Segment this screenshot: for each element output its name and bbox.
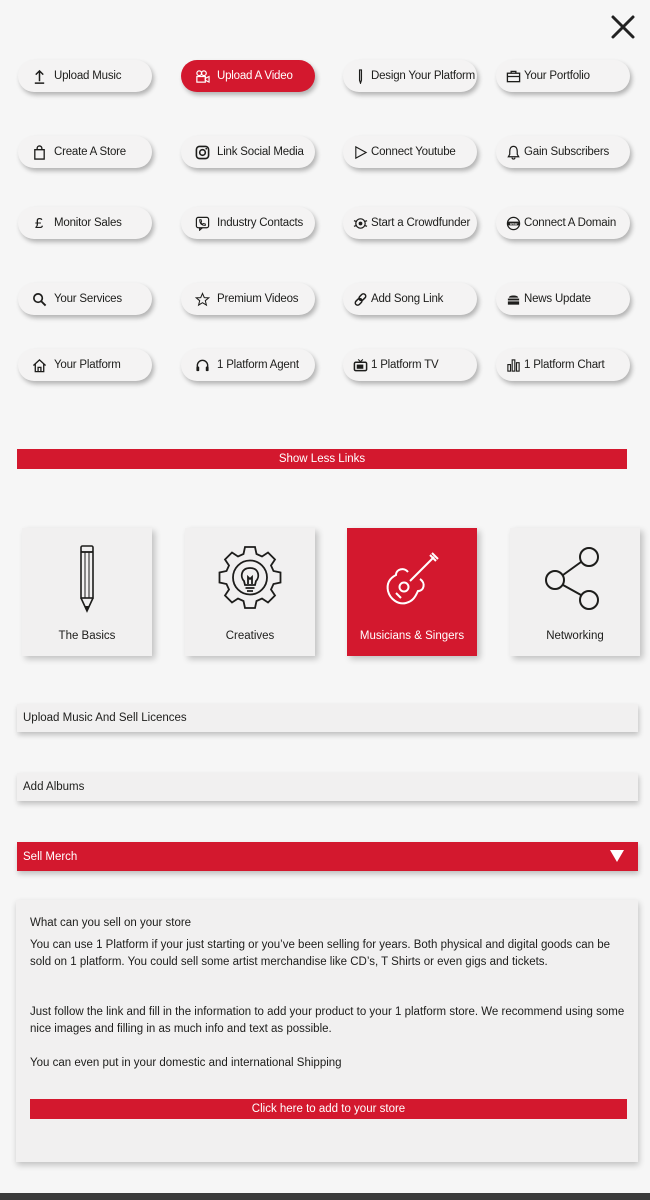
accordion-label: Upload Music And Sell Licences [23,712,187,724]
accordion-add-albums[interactable]: Add Albums [17,773,638,801]
accordion-sell-merch[interactable]: Sell Merch [17,842,638,871]
link-label: News Update [524,293,591,305]
category-musicians-singers[interactable]: Musicians & Singers [347,528,477,656]
link-news-update[interactable]: News Update [496,283,630,315]
show-less-links-button[interactable]: Show Less Links [17,449,627,469]
sell-merch-panel: What can you sell on your store You can … [16,900,638,1162]
category-creatives[interactable]: Creatives [185,528,315,656]
link-label: 1 Platform Chart [524,359,605,371]
bell-icon [505,144,521,160]
link-label: Connect Youtube [371,146,456,158]
share-icon [543,542,607,616]
accordion-label: Sell Merch [23,850,78,863]
home-icon [31,357,47,373]
close-x-icon [611,15,635,39]
link-label: Upload Music [54,70,122,82]
briefcase-icon [505,68,521,84]
link-social-media[interactable]: Link Social Media [181,136,315,168]
panel-heading: What can you sell on your store [30,917,192,929]
category-label: Musicians & Singers [359,630,465,642]
link-label: Upload A Video [217,70,293,82]
pencil-icon [352,68,368,84]
link-your-portfolio[interactable]: Your Portfolio [496,60,630,92]
star-icon [194,291,210,307]
link-label: Industry Contacts [217,217,304,229]
panel-paragraph: You can even put in your domestic and in… [30,1057,342,1069]
play-icon [352,144,368,160]
link-label: Create A Store [54,146,126,158]
link-premium-videos[interactable]: Premium Videos [181,283,315,315]
category-label: Creatives [225,630,275,642]
link-connect-youtube[interactable]: Connect Youtube [343,136,477,168]
link-label: Start a Crowdfunder [371,217,471,229]
bar-chart-icon [505,357,521,373]
link-label: Connect A Domain [524,217,617,229]
category-networking[interactable]: Networking [510,528,640,656]
upload-arrow-icon [31,68,47,84]
link-upload-video[interactable]: Upload A Video [181,60,315,92]
pencil-icon [77,542,97,616]
link-platform-agent[interactable]: 1 Platform Agent [181,349,315,381]
video-camera-icon [194,68,210,84]
news-icon [505,291,521,307]
link-label: Monitor Sales [54,217,122,229]
panel-paragraph: Just follow the link and fill in the inf… [30,1006,625,1035]
link-icon [352,291,368,307]
link-connect-domain[interactable]: www Connect A Domain [496,207,630,239]
link-gain-subscribers[interactable]: Gain Subscribers [496,136,630,168]
link-platform-chart[interactable]: 1 Platform Chart [496,349,630,381]
category-the-basics[interactable]: The Basics [22,528,152,656]
accordion-label: Add Albums [23,781,85,793]
link-platform-tv[interactable]: 1 Platform TV [343,349,477,381]
link-label: 1 Platform TV [371,359,439,371]
link-upload-music[interactable]: Upload Music [18,60,152,92]
link-label: 1 Platform Agent [217,359,299,371]
close-button[interactable] [608,12,638,42]
crowdfunder-icon [352,215,368,231]
link-crowdfunder[interactable]: Start a Crowdfunder [343,207,477,239]
link-label: Add Song Link [371,293,444,305]
link-your-platform[interactable]: Your Platform [18,349,152,381]
link-industry-contacts[interactable]: Industry Contacts [181,207,315,239]
pound-icon: £ [34,214,44,232]
category-label: Networking [546,630,604,642]
category-label: The Basics [58,630,116,642]
instagram-icon [194,144,210,160]
domain-icon: www [505,215,521,231]
svg-text:www: www [509,221,517,225]
link-label: Premium Videos [217,293,299,305]
link-label: Design Your Platform [371,70,476,82]
link-label: Your Portfolio [524,70,590,82]
gear-lightbulb-icon [214,542,286,616]
phone-contact-icon [194,215,210,231]
link-add-song[interactable]: Add Song Link [343,283,477,315]
link-label: Link Social Media [217,146,304,158]
search-icon [31,291,47,307]
shopping-bag-icon [31,144,47,160]
link-your-services[interactable]: Your Services [18,283,152,315]
footer-bar [0,1193,650,1200]
guitar-icon [380,542,444,616]
add-to-store-button[interactable]: Click here to add to your store [30,1099,627,1119]
panel-paragraph: You can use 1 Platform if your just star… [30,939,611,968]
link-design-platform[interactable]: Design Your Platform [343,60,477,92]
link-create-store[interactable]: Create A Store [18,136,152,168]
triangle-down-icon [610,850,624,862]
tv-icon [352,357,368,373]
accordion-upload-music[interactable]: Upload Music And Sell Licences [17,704,638,732]
link-label: Gain Subscribers [524,146,610,158]
headset-icon [194,357,210,373]
link-label: Your Platform [54,359,121,371]
link-monitor-sales[interactable]: £ Monitor Sales [18,207,152,239]
link-label: Your Services [54,293,122,305]
